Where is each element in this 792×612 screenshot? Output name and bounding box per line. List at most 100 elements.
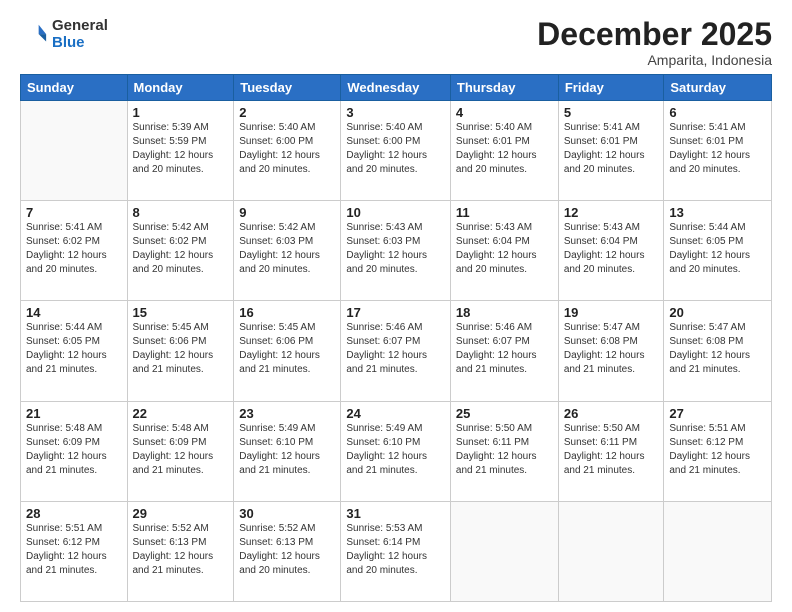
table-row: 16Sunrise: 5:45 AM Sunset: 6:06 PM Dayli… bbox=[234, 301, 341, 401]
month-title: December 2025 bbox=[537, 18, 772, 50]
day-number: 28 bbox=[26, 506, 122, 521]
table-row: 8Sunrise: 5:42 AM Sunset: 6:02 PM Daylig… bbox=[127, 201, 234, 301]
day-number: 13 bbox=[669, 205, 766, 220]
day-info: Sunrise: 5:44 AM Sunset: 6:05 PM Dayligh… bbox=[669, 221, 766, 277]
logo-icon bbox=[20, 21, 48, 49]
day-info: Sunrise: 5:42 AM Sunset: 6:02 PM Dayligh… bbox=[133, 221, 229, 277]
day-info: Sunrise: 5:49 AM Sunset: 6:10 PM Dayligh… bbox=[346, 422, 445, 478]
day-number: 15 bbox=[133, 305, 229, 320]
day-info: Sunrise: 5:47 AM Sunset: 6:08 PM Dayligh… bbox=[564, 321, 659, 377]
table-row: 5Sunrise: 5:41 AM Sunset: 6:01 PM Daylig… bbox=[558, 101, 664, 201]
day-number: 29 bbox=[133, 506, 229, 521]
day-info: Sunrise: 5:49 AM Sunset: 6:10 PM Dayligh… bbox=[239, 422, 335, 478]
day-info: Sunrise: 5:40 AM Sunset: 6:00 PM Dayligh… bbox=[346, 121, 445, 177]
day-info: Sunrise: 5:52 AM Sunset: 6:13 PM Dayligh… bbox=[239, 522, 335, 578]
table-row: 7Sunrise: 5:41 AM Sunset: 6:02 PM Daylig… bbox=[21, 201, 128, 301]
day-info: Sunrise: 5:41 AM Sunset: 6:02 PM Dayligh… bbox=[26, 221, 122, 277]
logo-text: General Blue bbox=[52, 18, 108, 51]
day-number: 2 bbox=[239, 105, 335, 120]
table-row bbox=[21, 101, 128, 201]
day-info: Sunrise: 5:41 AM Sunset: 6:01 PM Dayligh… bbox=[669, 121, 766, 177]
day-number: 4 bbox=[456, 105, 553, 120]
day-info: Sunrise: 5:39 AM Sunset: 5:59 PM Dayligh… bbox=[133, 121, 229, 177]
day-number: 23 bbox=[239, 406, 335, 421]
calendar-page: General Blue December 2025 Amparita, Ind… bbox=[0, 0, 792, 612]
day-number: 25 bbox=[456, 406, 553, 421]
day-number: 22 bbox=[133, 406, 229, 421]
day-number: 14 bbox=[26, 305, 122, 320]
day-info: Sunrise: 5:46 AM Sunset: 6:07 PM Dayligh… bbox=[346, 321, 445, 377]
day-info: Sunrise: 5:45 AM Sunset: 6:06 PM Dayligh… bbox=[133, 321, 229, 377]
logo: General Blue bbox=[20, 18, 108, 51]
table-row: 14Sunrise: 5:44 AM Sunset: 6:05 PM Dayli… bbox=[21, 301, 128, 401]
table-row bbox=[450, 501, 558, 601]
header-friday: Friday bbox=[558, 75, 664, 101]
day-info: Sunrise: 5:51 AM Sunset: 6:12 PM Dayligh… bbox=[26, 522, 122, 578]
table-row: 19Sunrise: 5:47 AM Sunset: 6:08 PM Dayli… bbox=[558, 301, 664, 401]
table-row: 22Sunrise: 5:48 AM Sunset: 6:09 PM Dayli… bbox=[127, 401, 234, 501]
table-row: 30Sunrise: 5:52 AM Sunset: 6:13 PM Dayli… bbox=[234, 501, 341, 601]
calendar-week-row: 28Sunrise: 5:51 AM Sunset: 6:12 PM Dayli… bbox=[21, 501, 772, 601]
day-info: Sunrise: 5:45 AM Sunset: 6:06 PM Dayligh… bbox=[239, 321, 335, 377]
calendar-week-row: 1Sunrise: 5:39 AM Sunset: 5:59 PM Daylig… bbox=[21, 101, 772, 201]
table-row: 17Sunrise: 5:46 AM Sunset: 6:07 PM Dayli… bbox=[341, 301, 451, 401]
day-number: 21 bbox=[26, 406, 122, 421]
day-info: Sunrise: 5:53 AM Sunset: 6:14 PM Dayligh… bbox=[346, 522, 445, 578]
table-row: 15Sunrise: 5:45 AM Sunset: 6:06 PM Dayli… bbox=[127, 301, 234, 401]
table-row bbox=[664, 501, 772, 601]
table-row: 6Sunrise: 5:41 AM Sunset: 6:01 PM Daylig… bbox=[664, 101, 772, 201]
table-row: 24Sunrise: 5:49 AM Sunset: 6:10 PM Dayli… bbox=[341, 401, 451, 501]
day-info: Sunrise: 5:50 AM Sunset: 6:11 PM Dayligh… bbox=[564, 422, 659, 478]
day-number: 19 bbox=[564, 305, 659, 320]
day-number: 20 bbox=[669, 305, 766, 320]
day-info: Sunrise: 5:47 AM Sunset: 6:08 PM Dayligh… bbox=[669, 321, 766, 377]
header-wednesday: Wednesday bbox=[341, 75, 451, 101]
table-row: 23Sunrise: 5:49 AM Sunset: 6:10 PM Dayli… bbox=[234, 401, 341, 501]
title-block: December 2025 Amparita, Indonesia bbox=[537, 18, 772, 68]
day-number: 31 bbox=[346, 506, 445, 521]
table-row: 25Sunrise: 5:50 AM Sunset: 6:11 PM Dayli… bbox=[450, 401, 558, 501]
header-monday: Monday bbox=[127, 75, 234, 101]
table-row: 27Sunrise: 5:51 AM Sunset: 6:12 PM Dayli… bbox=[664, 401, 772, 501]
day-number: 7 bbox=[26, 205, 122, 220]
day-info: Sunrise: 5:48 AM Sunset: 6:09 PM Dayligh… bbox=[133, 422, 229, 478]
table-row: 10Sunrise: 5:43 AM Sunset: 6:03 PM Dayli… bbox=[341, 201, 451, 301]
day-info: Sunrise: 5:43 AM Sunset: 6:03 PM Dayligh… bbox=[346, 221, 445, 277]
table-row: 28Sunrise: 5:51 AM Sunset: 6:12 PM Dayli… bbox=[21, 501, 128, 601]
calendar-week-row: 7Sunrise: 5:41 AM Sunset: 6:02 PM Daylig… bbox=[21, 201, 772, 301]
day-info: Sunrise: 5:42 AM Sunset: 6:03 PM Dayligh… bbox=[239, 221, 335, 277]
table-row: 11Sunrise: 5:43 AM Sunset: 6:04 PM Dayli… bbox=[450, 201, 558, 301]
day-info: Sunrise: 5:48 AM Sunset: 6:09 PM Dayligh… bbox=[26, 422, 122, 478]
day-number: 11 bbox=[456, 205, 553, 220]
table-row: 31Sunrise: 5:53 AM Sunset: 6:14 PM Dayli… bbox=[341, 501, 451, 601]
day-info: Sunrise: 5:40 AM Sunset: 6:00 PM Dayligh… bbox=[239, 121, 335, 177]
table-row: 1Sunrise: 5:39 AM Sunset: 5:59 PM Daylig… bbox=[127, 101, 234, 201]
day-info: Sunrise: 5:44 AM Sunset: 6:05 PM Dayligh… bbox=[26, 321, 122, 377]
day-number: 1 bbox=[133, 105, 229, 120]
day-number: 6 bbox=[669, 105, 766, 120]
day-number: 5 bbox=[564, 105, 659, 120]
table-row: 18Sunrise: 5:46 AM Sunset: 6:07 PM Dayli… bbox=[450, 301, 558, 401]
day-number: 26 bbox=[564, 406, 659, 421]
day-info: Sunrise: 5:51 AM Sunset: 6:12 PM Dayligh… bbox=[669, 422, 766, 478]
day-number: 3 bbox=[346, 105, 445, 120]
day-info: Sunrise: 5:46 AM Sunset: 6:07 PM Dayligh… bbox=[456, 321, 553, 377]
day-number: 9 bbox=[239, 205, 335, 220]
header-saturday: Saturday bbox=[664, 75, 772, 101]
day-info: Sunrise: 5:40 AM Sunset: 6:01 PM Dayligh… bbox=[456, 121, 553, 177]
day-number: 27 bbox=[669, 406, 766, 421]
table-row: 12Sunrise: 5:43 AM Sunset: 6:04 PM Dayli… bbox=[558, 201, 664, 301]
header-tuesday: Tuesday bbox=[234, 75, 341, 101]
location-subtitle: Amparita, Indonesia bbox=[537, 52, 772, 68]
day-number: 12 bbox=[564, 205, 659, 220]
day-number: 17 bbox=[346, 305, 445, 320]
table-row: 26Sunrise: 5:50 AM Sunset: 6:11 PM Dayli… bbox=[558, 401, 664, 501]
calendar-week-row: 14Sunrise: 5:44 AM Sunset: 6:05 PM Dayli… bbox=[21, 301, 772, 401]
day-info: Sunrise: 5:43 AM Sunset: 6:04 PM Dayligh… bbox=[564, 221, 659, 277]
table-row bbox=[558, 501, 664, 601]
table-row: 29Sunrise: 5:52 AM Sunset: 6:13 PM Dayli… bbox=[127, 501, 234, 601]
calendar-week-row: 21Sunrise: 5:48 AM Sunset: 6:09 PM Dayli… bbox=[21, 401, 772, 501]
day-info: Sunrise: 5:43 AM Sunset: 6:04 PM Dayligh… bbox=[456, 221, 553, 277]
day-info: Sunrise: 5:50 AM Sunset: 6:11 PM Dayligh… bbox=[456, 422, 553, 478]
header-thursday: Thursday bbox=[450, 75, 558, 101]
